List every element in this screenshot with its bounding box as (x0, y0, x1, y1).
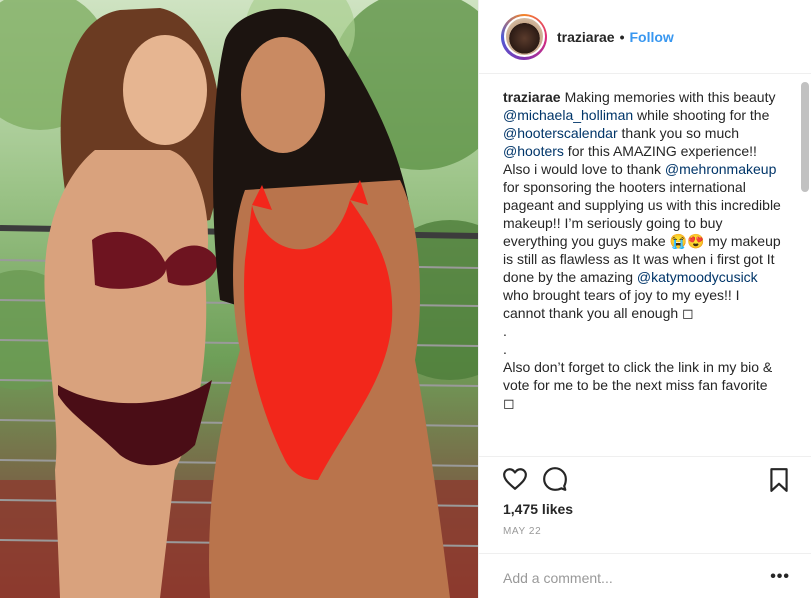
post-date[interactable]: MAY 22 (503, 526, 541, 537)
post-photo (0, 0, 478, 598)
post-side-panel: traziarae • Follow traziarae Making memor… (478, 0, 811, 598)
caption-text-segment: . (503, 341, 507, 357)
header-username[interactable]: traziarae (557, 29, 615, 45)
caption-scrollbar[interactable] (801, 78, 809, 456)
more-options-button[interactable]: ••• (770, 568, 790, 586)
avatar-story-ring[interactable] (501, 13, 547, 60)
post-actions: 1,475 likes MAY 22 ••• (479, 456, 811, 598)
caption-mention-link[interactable]: @katymoodycusick (637, 269, 758, 285)
bookmark-icon[interactable] (766, 467, 792, 493)
caption-mention-link[interactable]: @michaela_holliman (503, 107, 633, 123)
caption-text-segment: Making memories with this beauty (564, 89, 776, 105)
caption-area: traziarae Making memories with this beaut… (479, 74, 811, 456)
comment-input[interactable] (503, 568, 753, 588)
post-header: traziarae • Follow (479, 0, 811, 74)
photo-illustration (0, 0, 478, 598)
scrollbar-thumb[interactable] (801, 82, 809, 192)
avatar[interactable] (503, 16, 545, 57)
caption-text-segment: who brought tears of joy to my eyes!! I … (503, 287, 740, 321)
caption-mention-link[interactable]: @mehronmakeup (665, 161, 777, 177)
comment-icon[interactable] (542, 466, 568, 492)
header-separator: • (619, 28, 625, 45)
caption-text-segment: . (503, 323, 507, 339)
caption-mention-link[interactable]: @hooterscalendar (503, 125, 618, 141)
caption-text: traziarae Making memories with this beaut… (503, 88, 782, 412)
caption-text-segment: thank you so much (617, 125, 740, 141)
comment-box: ••• (479, 553, 811, 598)
caption-username[interactable]: traziarae (503, 89, 561, 105)
likes-count[interactable]: 1,475 likes (503, 501, 573, 517)
caption-text-segment: while shooting for the (633, 107, 770, 123)
caption-text-segment: Also don’t forget to click the link in m… (503, 359, 773, 411)
heart-icon[interactable] (502, 466, 528, 492)
follow-button[interactable]: Follow (630, 29, 674, 45)
caption-mention-link[interactable]: @hooters (503, 143, 564, 159)
